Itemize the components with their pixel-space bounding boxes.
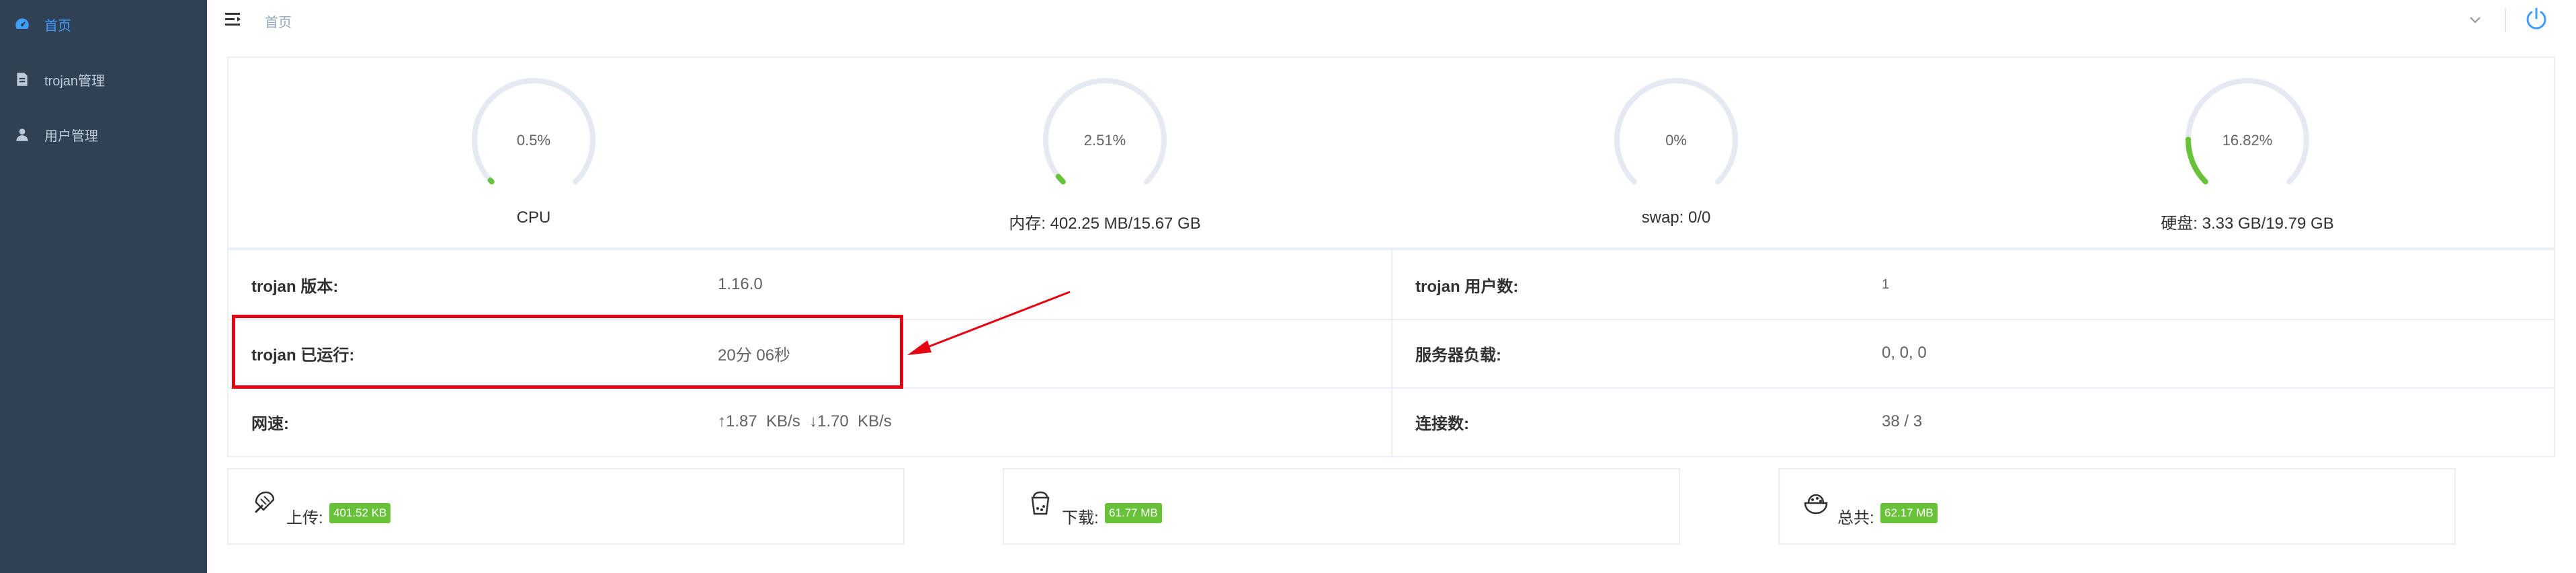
chevron-down-icon[interactable]	[2466, 11, 2484, 28]
navbar: 首页	[207, 0, 2576, 40]
sidebar-item-trojan[interactable]: trojan管理	[0, 55, 207, 104]
connections-label: 连接数:	[1415, 414, 1469, 433]
gauge-label: 内存: 402.25 MB/15.67 GB	[1009, 215, 1201, 233]
download-value-tag: 61.77 MB	[1105, 503, 1162, 523]
sidebar-item-label: 首页	[44, 18, 71, 34]
download-label: 下载:	[1062, 509, 1099, 527]
gauge-label: CPU	[516, 208, 551, 227]
sidebar-item-home[interactable]: 首页	[0, 0, 207, 48]
download-card: 下载: 61.77 MB	[1003, 468, 1680, 545]
power-icon[interactable]	[2523, 5, 2550, 32]
sidebar: 首页 trojan管理 用户管理	[0, 0, 207, 573]
sidebar-item-users[interactable]: 用户管理	[0, 110, 207, 159]
ice-cream-icon	[255, 491, 275, 513]
gauge-value: 0.5%	[516, 132, 551, 149]
milk-tea-icon	[1031, 491, 1050, 515]
load-value: 0, 0, 0	[1882, 344, 1927, 362]
total-value-tag: 62.17 MB	[1880, 503, 1938, 523]
breadcrumb[interactable]: 首页	[265, 11, 292, 31]
divider	[2505, 8, 2506, 32]
sidebar-item-label: trojan管理	[44, 73, 106, 89]
gauge-label: swap: 0/0	[1641, 208, 1711, 227]
gauge-label: 硬盘: 3.33 GB/19.79 GB	[2161, 215, 2334, 233]
gauge-value: 0%	[1665, 132, 1687, 149]
gauge-value: 2.51%	[1083, 132, 1126, 149]
version-value: 1.16.0	[718, 275, 763, 293]
users-count-link[interactable]: 1	[1882, 250, 1889, 319]
column-divider	[1391, 250, 1393, 456]
upload-label: 上传:	[286, 509, 323, 527]
annotation-highlight-box	[232, 315, 903, 389]
user-icon	[16, 128, 28, 141]
hamburger-icon[interactable]	[223, 9, 243, 30]
connections-value: 38 / 3	[1882, 412, 1923, 430]
bowl-icon	[1804, 494, 1828, 514]
users-label: trojan 用户数:	[1415, 277, 1519, 296]
version-label: trojan 版本:	[251, 277, 339, 296]
annotation-arrow	[907, 291, 1071, 355]
upload-value-tag: 401.52 KB	[329, 503, 391, 523]
speed-label: 网速:	[251, 414, 289, 433]
document-icon	[17, 73, 28, 86]
total-label: 总共:	[1837, 509, 1874, 527]
dashboard-icon	[15, 18, 29, 29]
upload-card: 上传: 401.52 KB	[227, 468, 905, 545]
gauge-value: 16.82%	[2222, 132, 2273, 149]
total-card: 总共: 62.17 MB	[1778, 468, 2456, 545]
load-label: 服务器负载:	[1415, 346, 1501, 365]
speed-value: ↑1.87 KB/s ↓1.70 KB/s	[718, 412, 892, 430]
sidebar-item-label: 用户管理	[44, 128, 98, 144]
